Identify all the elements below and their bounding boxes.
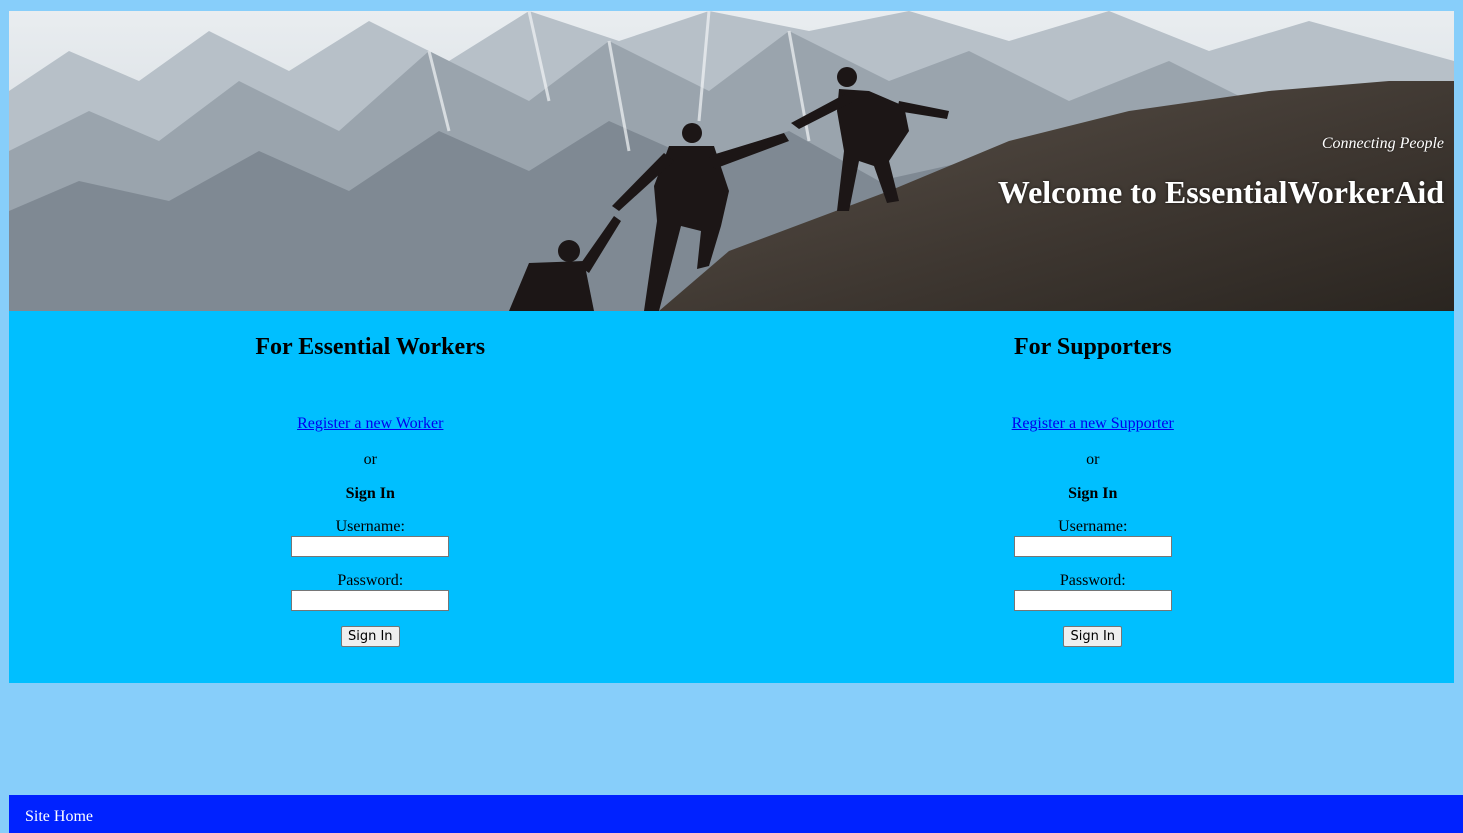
tagline: Connecting People	[1321, 135, 1444, 152]
supporters-signin-title: Sign In	[1068, 485, 1118, 502]
workers-username-input[interactable]	[291, 536, 450, 557]
supporters-username-input[interactable]	[1013, 536, 1172, 557]
supporters-heading: For Supporters	[1013, 334, 1172, 360]
workers-username-label: Username:	[335, 518, 405, 535]
supporters-or-text: or	[1086, 451, 1100, 468]
page-title: Welcome to EssentialWorkerAid	[997, 174, 1444, 210]
workers-or-text: or	[363, 451, 377, 468]
workers-password-label: Password:	[337, 572, 404, 589]
site-home-link[interactable]: Site Home	[25, 808, 93, 826]
supporters-signin-button[interactable]: Sign In	[1063, 626, 1123, 647]
supporters-password-label: Password:	[1059, 572, 1126, 589]
workers-panel: For Essential Workers Register a new Wor…	[9, 311, 732, 683]
register-worker-link[interactable]: Register a new Worker	[297, 414, 443, 434]
page: Connecting People Welcome to EssentialWo…	[0, 0, 1463, 833]
workers-signin-title: Sign In	[345, 485, 395, 502]
supporters-panel: For Supporters Register a new Supporter …	[732, 311, 1455, 683]
supporters-username-label: Username:	[1058, 518, 1128, 535]
workers-signin-button[interactable]: Sign In	[340, 626, 400, 647]
header-banner: Connecting People Welcome to EssentialWo…	[9, 11, 1454, 311]
signin-panels: For Essential Workers Register a new Wor…	[9, 311, 1454, 683]
register-supporter-link[interactable]: Register a new Supporter	[1012, 414, 1174, 434]
workers-password-input[interactable]	[291, 590, 450, 611]
supporters-password-input[interactable]	[1013, 590, 1172, 611]
banner-image	[9, 11, 1454, 311]
footer: Site Home	[9, 795, 1463, 833]
workers-heading: For Essential Workers	[255, 334, 486, 360]
